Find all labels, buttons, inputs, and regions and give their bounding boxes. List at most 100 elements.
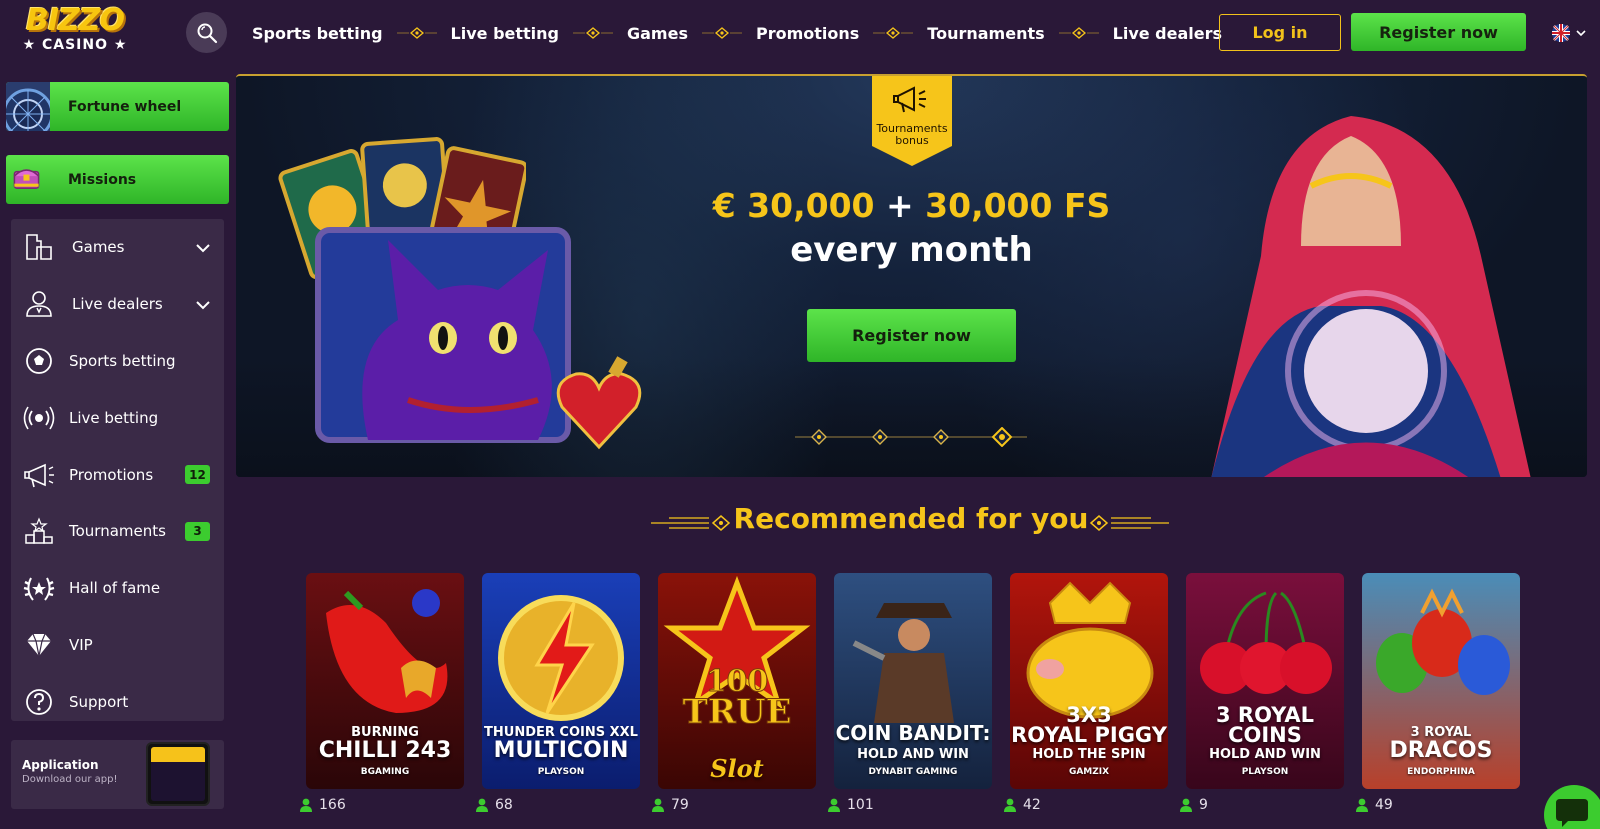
game-card[interactable]: BURNING CHILLI 243 BGAMING [306,573,464,789]
missions-button[interactable]: Missions [6,155,229,204]
game-title-line2: CHILLI 243 [318,738,452,763]
nav-separator-icon [573,27,613,39]
fortune-wheel-icon [6,82,50,131]
game-provider: GAMZIX [1068,767,1110,777]
fortune-wheel-button[interactable]: Fortune wheel [6,82,229,131]
nav-promotions[interactable]: Promotions [756,24,859,43]
dealer-icon [23,288,55,320]
game-title-slot: Slot [710,754,764,783]
title-ornament-right [1089,515,1169,531]
players-count: 49 [1356,797,1393,813]
game-provider: ENDORPHINA [1407,767,1475,777]
sidebar-item-label: Live betting [69,408,159,427]
tournaments-bonus-label: Tournaments bonus [876,122,948,147]
slider-dot[interactable] [811,429,827,445]
main-nav: Sports betting Live betting Games Promotion… [252,0,1222,66]
search-button[interactable] [186,12,227,53]
player-icon [1004,798,1016,812]
banner-register-button[interactable]: Register now [807,309,1016,362]
nav-games[interactable]: Games [627,24,688,43]
players-count: 166 [300,797,346,813]
game-artwork [306,573,464,727]
game-card[interactable]: THUNDER COINS XXL MULTICOIN PLAYSON [482,573,640,789]
sidebar-item-games[interactable]: Games [11,219,224,276]
game-title-line2: HOLD AND WIN [857,747,969,762]
game-provider: PLAYSON [537,767,585,777]
slider-dot[interactable] [872,429,888,445]
slider-dot[interactable] [933,429,949,445]
sidebar-item-label: VIP [69,635,93,654]
slider-dot[interactable] [991,427,1013,447]
player-icon [652,798,664,812]
players-count: 68 [476,797,513,813]
nav-tournaments[interactable]: Tournaments [927,24,1044,43]
fortune-teller-image [1211,116,1531,477]
register-button[interactable]: Register now [1351,13,1526,51]
game-provider: PLAYSON [1241,767,1289,777]
potion-heart-image [556,356,642,450]
recommended-title: Recommended for you [733,502,1089,535]
promo-banner[interactable]: Tournaments bonus € 30,000 + 30,000 FS e… [236,74,1587,477]
slider-dots [795,427,1027,447]
treasure-chest-icon [13,169,40,189]
nav-live-dealers[interactable]: Live dealers [1113,24,1222,43]
game-artwork [1362,573,1520,727]
broadcast-icon [23,402,55,434]
sidebar-item-promotions[interactable]: Promotions 12 [11,446,224,503]
language-selector[interactable] [1552,24,1586,42]
phone-image [146,742,210,806]
nav-live-betting[interactable]: Live betting [451,24,559,43]
bizzo-casino-logo[interactable]: BIZZO ★ CASINO ★ [16,6,134,60]
nav-sports-betting[interactable]: Sports betting [252,24,383,43]
game-card[interactable]: 100TRUE100 TRUE SlotSlot [658,573,816,789]
nav-separator-icon [873,27,914,39]
player-icon [300,798,312,812]
game-title-line2: COINS [1228,723,1302,747]
nav-separator-icon [701,27,742,39]
chevron-down-icon[interactable] [196,239,210,257]
sidebar-item-label: Sports betting [69,351,176,370]
sidebar-item-hall-of-fame[interactable]: Hall of fame [11,560,224,617]
game-artwork [834,573,992,727]
sidebar-item-live-betting[interactable]: Live betting [11,389,224,446]
sidebar-item-live-dealers[interactable]: Live dealers [11,276,224,333]
player-icon [476,798,488,812]
sidebar-item-support[interactable]: Support [11,673,224,730]
game-card[interactable]: 3 ROYAL DRACOS ENDORPHINA [1362,573,1520,789]
game-provider: BGAMING [360,767,410,777]
banner-subheadline: every month [790,230,1033,270]
sidebar-menu: Games Live dealers Sports betting Live bett… [11,219,224,721]
player-icon [1180,798,1192,812]
chevron-down-icon[interactable] [196,296,210,314]
sidebar-item-label: Support [69,692,129,711]
sidebar-item-label: Live dealers [72,295,163,314]
chevron-down-icon [1576,29,1586,36]
players-count: 79 [652,797,689,813]
game-title-line2: ROYAL PIGGY [1011,723,1167,747]
sidebar-item-vip[interactable]: VIP [11,617,224,674]
chat-button[interactable] [1544,785,1600,829]
game-card[interactable]: COIN BANDIT: HOLD AND WIN DYNABIT GAMING [834,573,992,789]
sidebar-item-label: Games [72,238,125,257]
laurel-icon [23,572,55,604]
question-icon [23,686,55,718]
game-card[interactable]: HOLD AND WIN 3 ROYAL COINS PLAYSON [1186,573,1344,789]
game-title-line3: HOLD THE SPIN [1032,747,1146,762]
login-button[interactable]: Log in [1219,14,1341,51]
svg-text:TRUE: TRUE [682,692,791,732]
game-card[interactable]: HOLD THE SPIN 3X3 ROYAL PIGGY GAMZIX [1010,573,1168,789]
tournaments-bonus-tag [872,76,952,166]
game-artwork: 100 TRUE [658,573,816,737]
missions-label: Missions [68,171,137,188]
chat-icon [1556,799,1588,827]
top-header: BIZZO ★ CASINO ★ Sports betting Live bett… [0,0,1600,66]
count-badge: 12 [185,465,210,485]
sidebar-item-sports-betting[interactable]: Sports betting [11,333,224,390]
search-icon [197,23,217,43]
game-title-line1: COIN BANDIT: [835,721,991,745]
app-download-box[interactable]: Application Download our app! [11,740,224,809]
diamond-icon [23,629,55,661]
players-count: 9 [1180,797,1208,813]
uk-flag-icon [1552,24,1570,42]
game-title-line3: HOLD AND WIN [1209,747,1321,762]
